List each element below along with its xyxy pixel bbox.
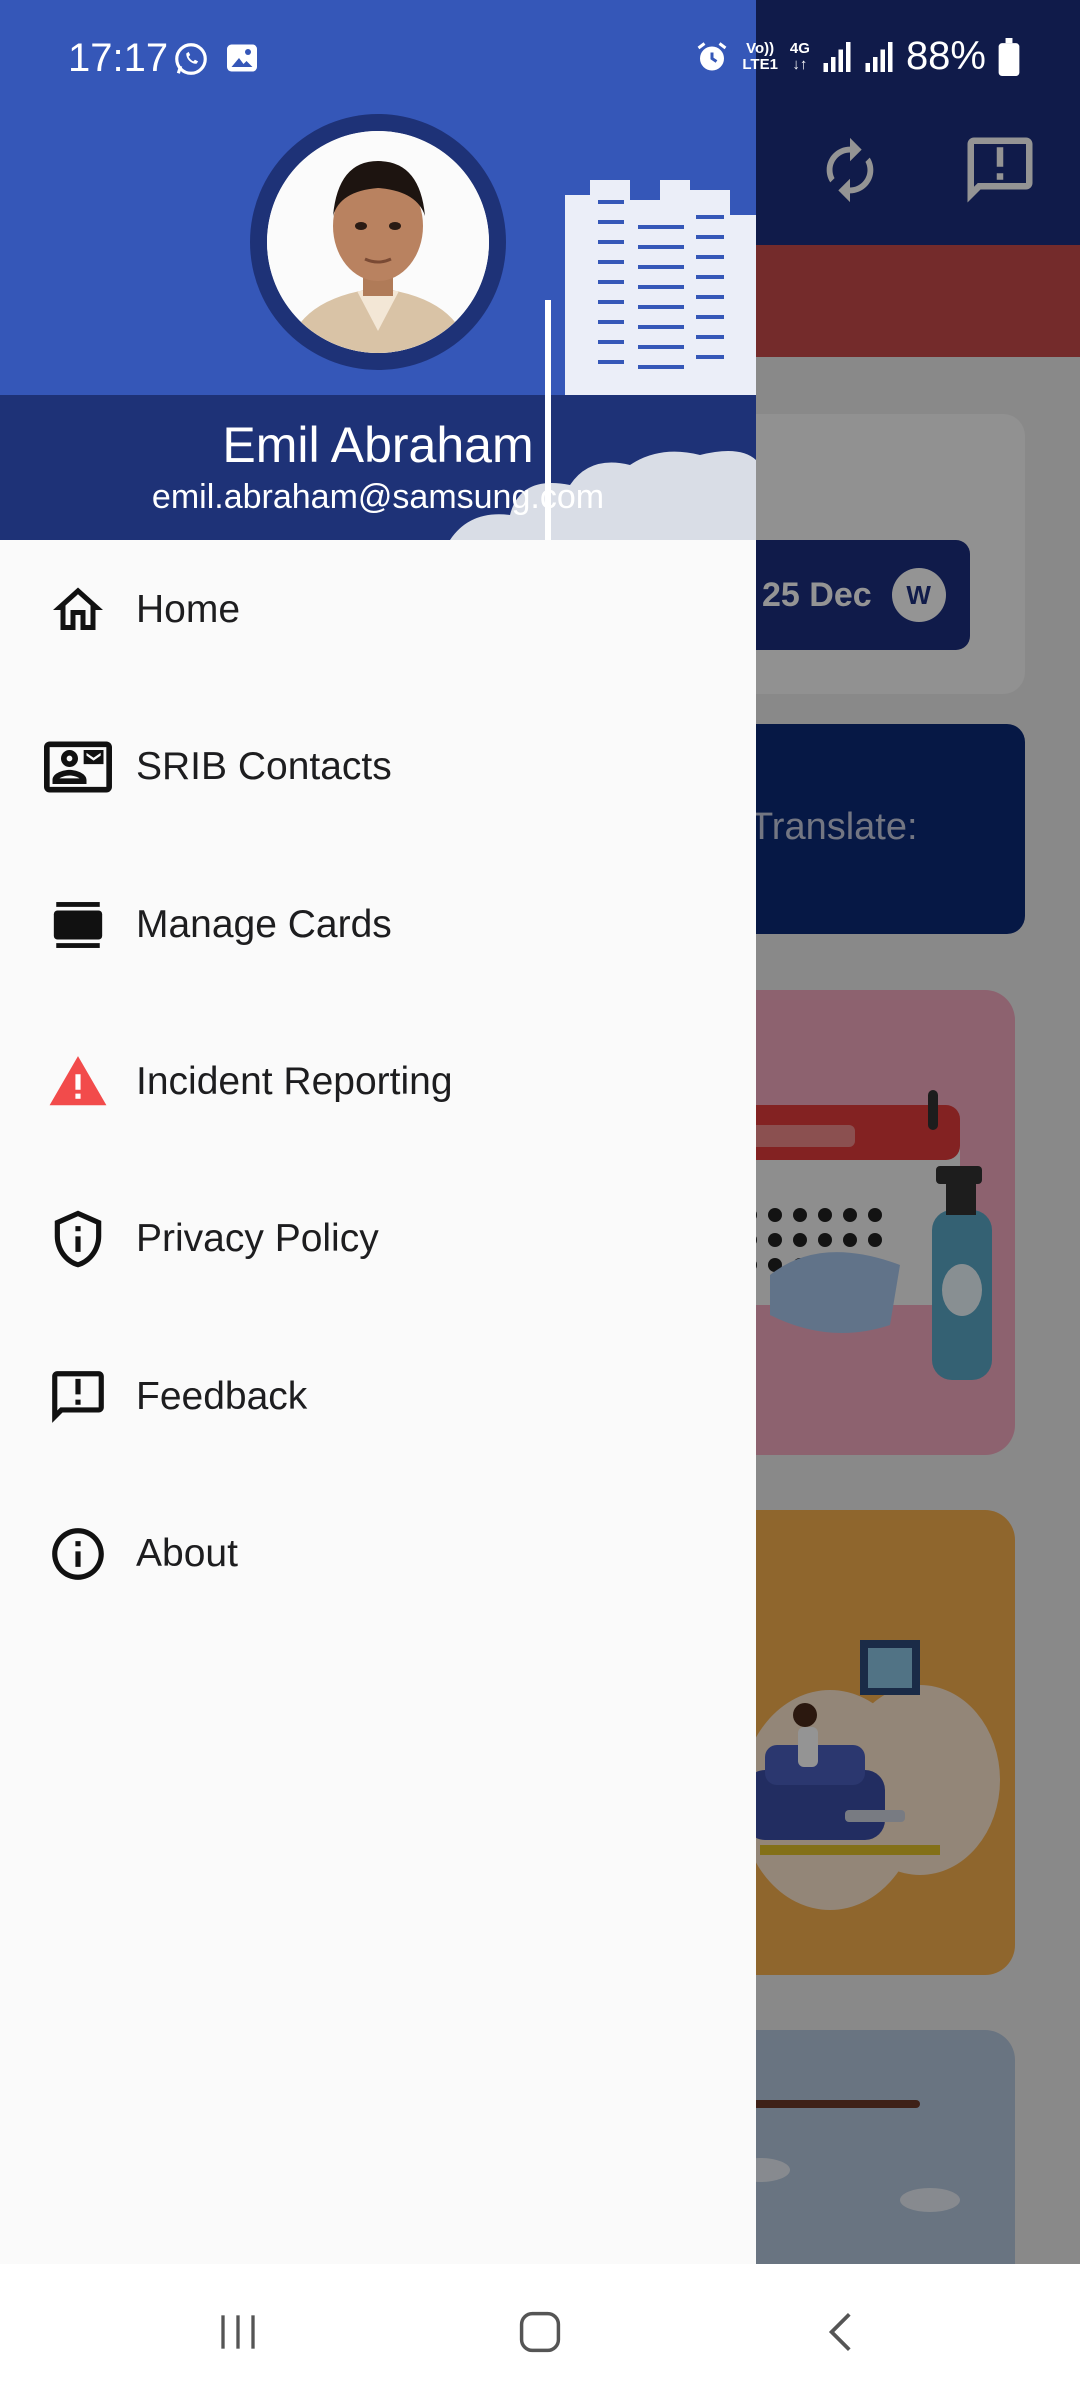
home-nav-icon: [519, 2311, 561, 2353]
home-nav-button[interactable]: [480, 2292, 600, 2372]
menu-label-srib-contacts: SRIB Contacts: [136, 745, 392, 788]
recent-apps-button[interactable]: [178, 2292, 298, 2372]
status-time: 17:17: [68, 36, 169, 80]
menu-label-feedback: Feedback: [136, 1375, 308, 1418]
cards-icon: [44, 891, 112, 959]
info-icon: [44, 1520, 112, 1588]
menu-item-about[interactable]: About: [0, 1484, 756, 1624]
menu-item-feedback[interactable]: Feedback: [0, 1327, 756, 1467]
network-label: 4G: [789, 39, 810, 57]
whatsapp-icon: [175, 43, 207, 75]
person-photo-icon: [267, 131, 489, 353]
battery-percent: 88%: [905, 34, 986, 78]
status-bar: 17:17 Vo)) LTE1 4G ↓↑ 88%: [0, 0, 1080, 120]
menu-label-incident-reporting: Incident Reporting: [136, 1060, 453, 1103]
menu-label-manage-cards: Manage Cards: [136, 903, 392, 946]
alarm-icon: [697, 41, 727, 70]
signal-icon-2: [865, 41, 893, 72]
menu-label-privacy-policy: Privacy Policy: [136, 1217, 379, 1260]
menu-label-about: About: [136, 1532, 238, 1575]
menu-item-incident-reporting[interactable]: Incident Reporting: [0, 1012, 756, 1152]
feedback-icon: [44, 1363, 112, 1431]
navigation-drawer: Emil Abraham emil.abraham@samsung.com Ho…: [0, 0, 756, 2264]
system-navigation-bar: [0, 2264, 1080, 2400]
user-name: Emil Abraham: [222, 417, 534, 473]
menu-item-manage-cards[interactable]: Manage Cards: [0, 855, 756, 995]
battery-icon: [998, 37, 1020, 76]
volte-label: Vo)): [746, 39, 775, 57]
menu-item-privacy-policy[interactable]: Privacy Policy: [0, 1169, 756, 1309]
back-icon: [828, 2312, 851, 2352]
signal-icon: [823, 41, 851, 72]
back-nav-button[interactable]: [782, 2292, 902, 2372]
contact-card-icon: [44, 733, 112, 801]
home-icon: [44, 576, 112, 644]
volte-indicator: Vo)) LTE1: [742, 39, 778, 73]
recent-apps-icon: [221, 2315, 255, 2349]
profile-photo: [267, 131, 489, 353]
warning-icon: [44, 1048, 112, 1116]
user-email: emil.abraham@samsung.com: [151, 478, 605, 516]
menu-item-home[interactable]: Home: [0, 540, 756, 680]
avatar[interactable]: [250, 114, 506, 370]
menu-label-home: Home: [136, 588, 241, 631]
menu-item-srib-contacts[interactable]: SRIB Contacts: [0, 697, 756, 837]
shield-info-icon: [44, 1205, 112, 1273]
gallery-icon: [227, 44, 257, 72]
lte-label: LTE1: [742, 55, 778, 73]
network-type-indicator: 4G ↓↑: [789, 39, 810, 73]
data-arrows-icon: ↓↑: [792, 55, 808, 73]
